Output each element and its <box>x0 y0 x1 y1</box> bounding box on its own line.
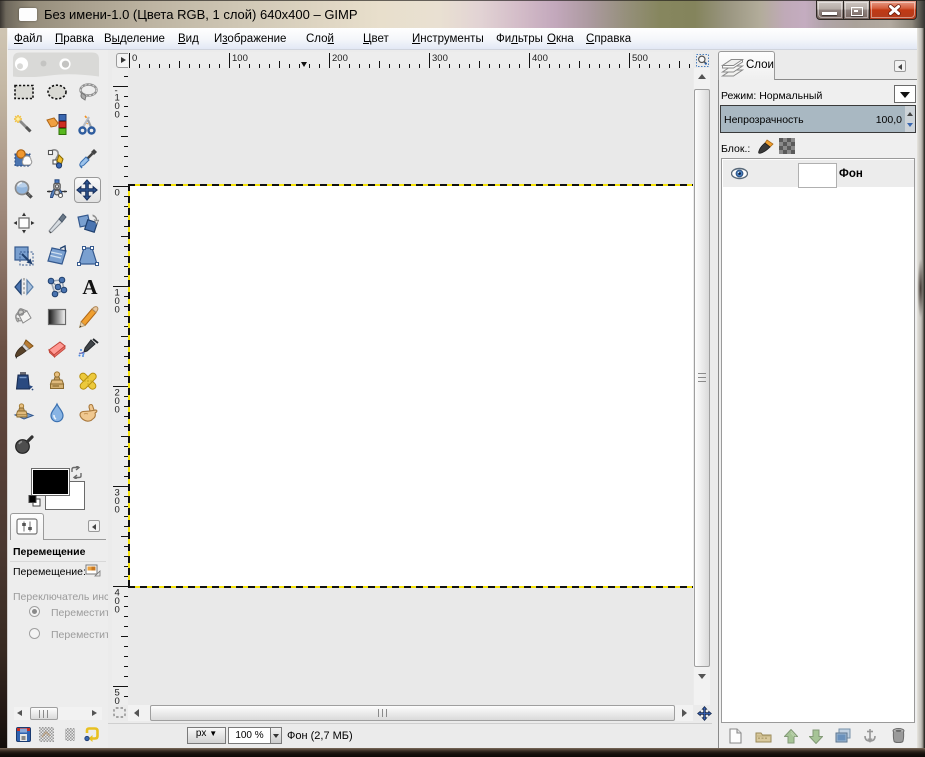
svg-text:0: 0 <box>115 705 120 706</box>
svg-text:500: 500 <box>632 53 648 64</box>
svg-text:300: 300 <box>432 53 448 64</box>
svg-text:0: 0 <box>115 405 120 416</box>
svg-text:0: 0 <box>132 53 137 64</box>
svg-text:0: 0 <box>115 505 120 516</box>
svg-text:0: 0 <box>115 305 120 316</box>
svg-text:0: 0 <box>115 605 120 616</box>
svg-text:100: 100 <box>232 53 248 64</box>
svg-text:0: 0 <box>115 188 120 199</box>
svg-text:200: 200 <box>332 53 348 64</box>
svg-text:0: 0 <box>115 110 120 121</box>
svg-text:400: 400 <box>532 53 548 64</box>
